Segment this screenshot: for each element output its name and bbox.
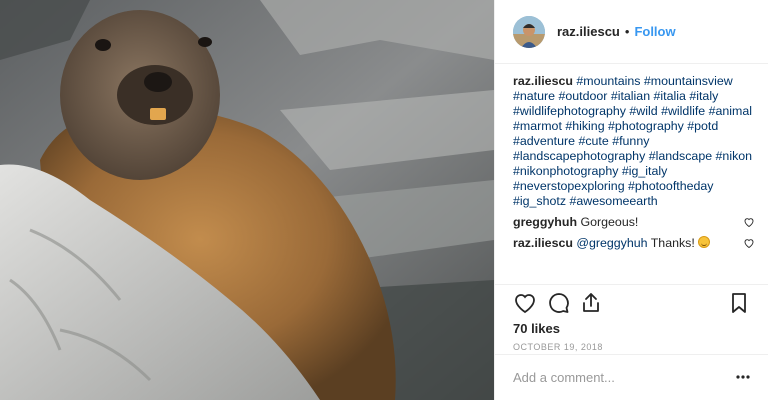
likes-count[interactable]: 70 likes [513,321,560,336]
add-comment-bar [495,354,768,400]
post-header: raz.iliescu • Follow [495,0,768,64]
post-date: OCTOBER 19, 2018 [513,342,603,352]
heart-icon[interactable] [513,291,537,315]
comment-item: raz.iliescu @greggyhuh Thanks! [513,236,757,251]
post-side-panel: raz.iliescu • Follow raz.iliescu #mounta… [494,0,768,400]
bookmark-icon[interactable] [727,291,751,315]
caption-text: #mountains #mountainsview #nature #outdo… [513,74,753,208]
comment-mention[interactable]: @greggyhuh [576,236,647,250]
instagram-post: raz.iliescu • Follow raz.iliescu #mounta… [0,0,768,400]
grinning-face-icon [698,236,711,248]
caption-username[interactable]: raz.iliescu [513,74,573,88]
post-actions: 70 likes OCTOBER 19, 2018 [495,284,768,352]
marmot-image [0,0,494,400]
comment-item: greggyhuh Gorgeous! [513,215,757,230]
header-username[interactable]: raz.iliescu [557,24,620,39]
comment-icon[interactable] [547,291,571,315]
header-separator: • [624,24,630,39]
comment-heart-icon[interactable] [743,216,755,228]
add-comment-input[interactable] [513,370,713,385]
more-icon[interactable] [735,369,751,385]
caption: raz.iliescu #mountains #mountainsview #n… [513,74,757,209]
avatar-image [513,15,545,48]
post-photo[interactable] [0,0,494,400]
comments-section: raz.iliescu #mountains #mountainsview #n… [513,74,757,251]
comment-username[interactable]: raz.iliescu [513,236,573,250]
share-icon[interactable] [579,291,603,315]
comment-username[interactable]: greggyhuh [513,215,577,229]
action-icon-row [495,285,768,319]
comment-heart-icon[interactable] [743,237,755,249]
follow-button[interactable]: Follow [634,24,675,39]
comment-text: Thanks! [650,236,695,250]
comment-text: Gorgeous! [580,215,639,229]
avatar[interactable] [513,15,545,48]
